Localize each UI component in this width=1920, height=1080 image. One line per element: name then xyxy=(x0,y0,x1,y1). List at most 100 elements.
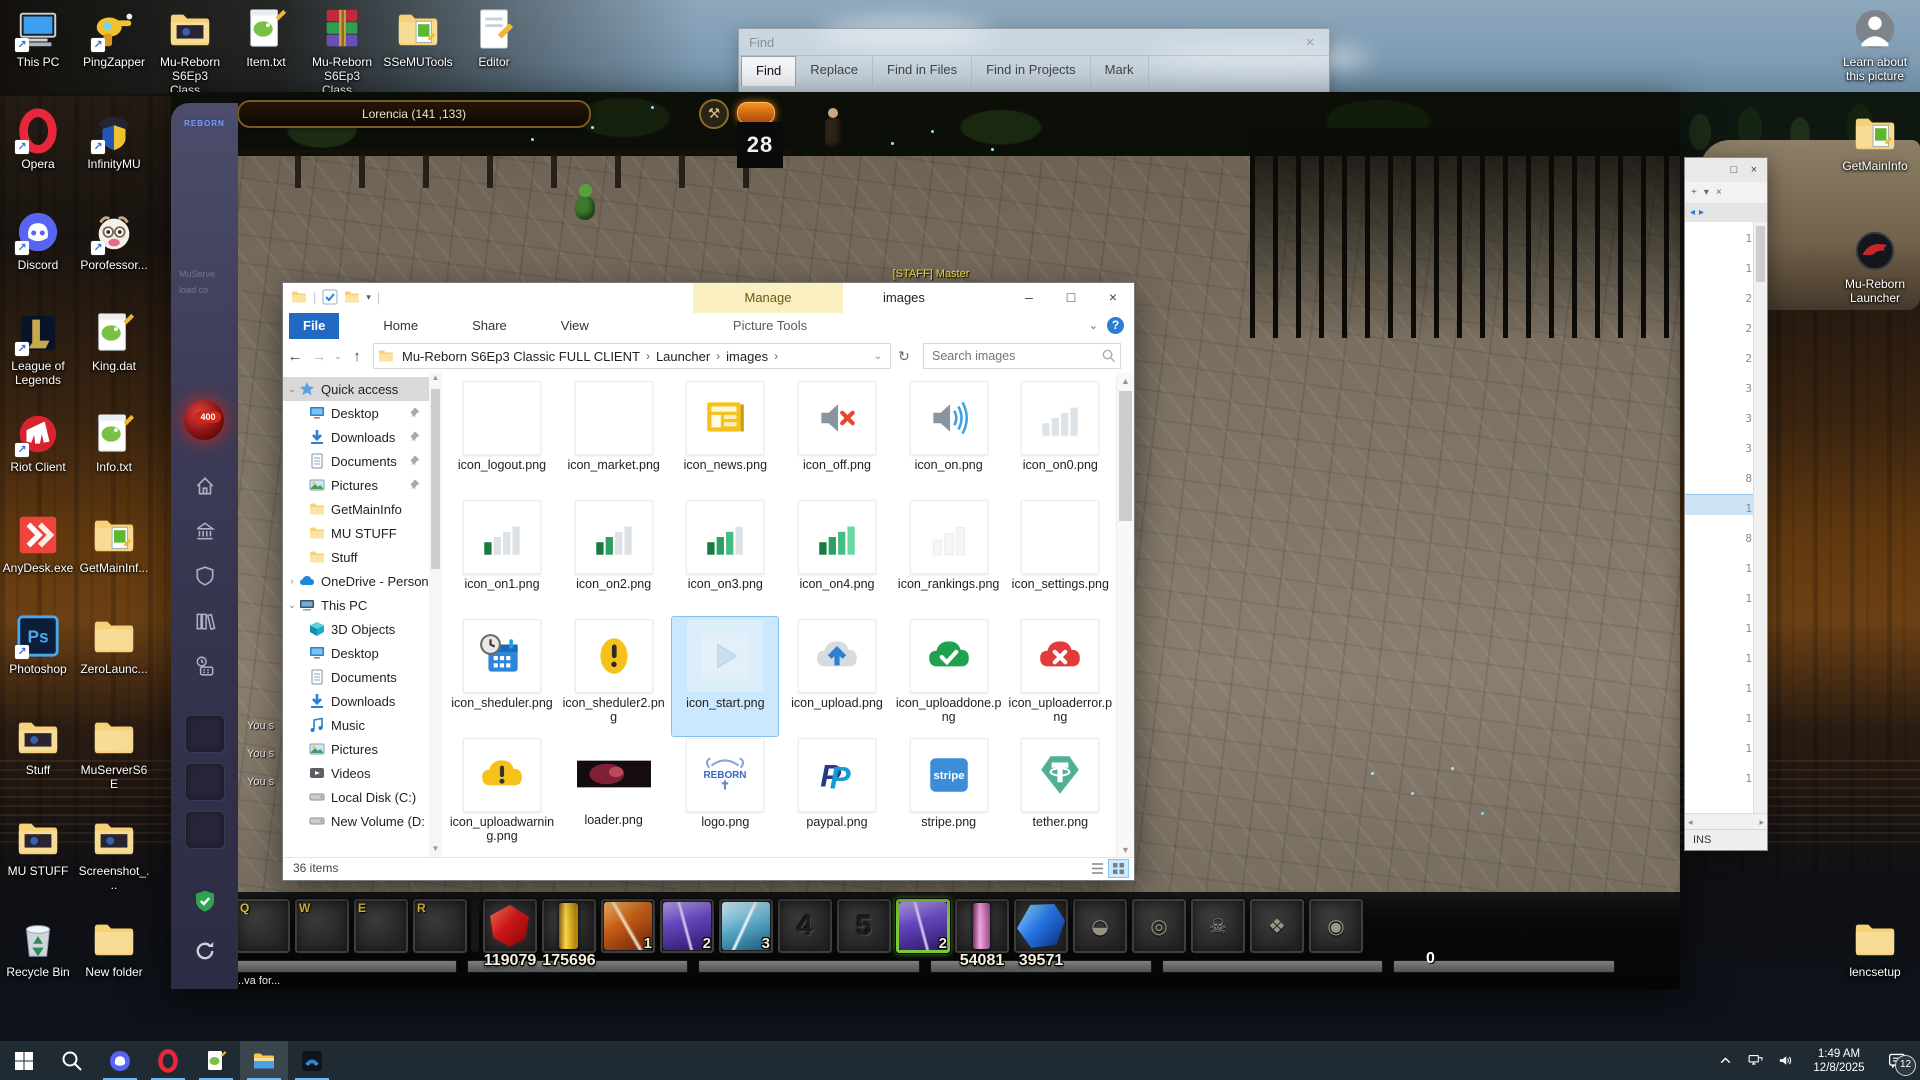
breadcrumb-segment[interactable]: images xyxy=(722,349,772,364)
tray-clock[interactable]: 1:49 AM 12/8/2025 xyxy=(1802,1047,1876,1075)
desktop-icon-item-txt[interactable]: Item.txt xyxy=(229,6,303,69)
search-box[interactable] xyxy=(923,343,1121,369)
sidebar-item-pictures[interactable]: Pictures xyxy=(283,737,429,761)
desktop-icon-king-dat[interactable]: King.dat xyxy=(77,310,151,373)
file-item-icon-on3-png[interactable]: icon_on3.png xyxy=(672,498,778,617)
desktop-icon-getmaininfo[interactable]: GetMainInfo xyxy=(1838,110,1912,173)
sidebar-item-videos[interactable]: Videos xyxy=(283,761,429,785)
file-item-icon-on4-png[interactable]: icon_on4.png xyxy=(784,498,890,617)
editor-titlebar[interactable]: □ × xyxy=(1685,158,1767,182)
editor-toolbar-button[interactable]: ▾ xyxy=(1704,187,1709,198)
files-scrollbar[interactable]: ▲▼ xyxy=(1116,373,1134,858)
folder-icon[interactable] xyxy=(344,289,360,305)
desktop-icon-this-pc[interactable]: ↗This PC xyxy=(1,6,75,69)
sidebar-item-mu-stuff[interactable]: MU STUFF xyxy=(283,521,429,545)
jewel-slot[interactable]: 119079 xyxy=(482,898,538,954)
hotbar-slot-w[interactable]: W xyxy=(294,898,350,954)
sidebar-item-downloads[interactable]: Downloads xyxy=(283,689,429,713)
taskbar-explorer-button[interactable] xyxy=(240,1041,288,1080)
file-item-icon-on-png[interactable]: icon_on.png xyxy=(896,379,1002,498)
editor-toolbar-button[interactable]: × xyxy=(1716,187,1722,198)
desktop-icon-discord[interactable]: ↗Discord xyxy=(1,209,75,272)
taskbar-search-button[interactable] xyxy=(48,1041,96,1080)
desktop-icon-recycle-bin[interactable]: Recycle Bin xyxy=(1,916,75,979)
back-button[interactable]: ← xyxy=(283,348,307,365)
notification-center-icon[interactable]: 12 xyxy=(1880,1046,1914,1076)
close-icon[interactable]: × xyxy=(1301,34,1319,51)
library-icon[interactable] xyxy=(194,610,216,632)
file-item-icon-on0-png[interactable]: icon_on0.png xyxy=(1007,379,1113,498)
shield-icon[interactable] xyxy=(194,565,216,587)
expander-icon[interactable]: ⌄ xyxy=(285,600,299,611)
desktop-icon-opera[interactable]: ↗Opera xyxy=(1,108,75,171)
sidebar-item-onedrive-person[interactable]: ›OneDrive - Person xyxy=(283,569,429,593)
launcher-panel-button[interactable] xyxy=(185,715,225,753)
editor-hscrollbar[interactable]: ◂ ▸ xyxy=(1685,813,1767,830)
gold-slot[interactable]: 175696 xyxy=(541,898,597,954)
tab-share[interactable]: Share xyxy=(458,313,521,339)
desktop-icon-editor[interactable]: Editor xyxy=(457,6,531,69)
maximize-button[interactable]: □ xyxy=(1725,164,1743,176)
sidebar-item-3d-objects[interactable]: 3D Objects xyxy=(283,617,429,641)
file-item-icon-off-png[interactable]: icon_off.png xyxy=(784,379,890,498)
file-item-icon-news-png[interactable]: icon_news.png xyxy=(672,379,778,498)
file-item-icon-start-png[interactable]: icon_start.png xyxy=(672,617,778,736)
menu-button-power[interactable]: ◉ xyxy=(1308,898,1364,954)
mu-launcher-sidebar[interactable]: REBORN MuServe load co 400 xyxy=(171,103,238,989)
sidebar-item-documents[interactable]: Documents xyxy=(283,449,429,473)
game-orange-button[interactable] xyxy=(737,102,775,124)
close-button[interactable]: × xyxy=(1745,164,1763,176)
refresh-icon[interactable] xyxy=(193,939,217,963)
scroll-right-icon[interactable]: ▸ xyxy=(1759,817,1764,828)
taskbar-start-button[interactable] xyxy=(0,1041,48,1080)
empty-slot-4[interactable]: 4 xyxy=(777,898,833,954)
sidebar-item-desktop[interactable]: Desktop xyxy=(283,641,429,665)
file-item-icon-logout-png[interactable]: icon_logout.png xyxy=(449,379,555,498)
minimize-button[interactable]: – xyxy=(1008,283,1050,313)
breadcrumb-segment[interactable]: Launcher xyxy=(652,349,714,364)
chevron-down-icon[interactable]: ▾ xyxy=(366,292,371,303)
editor-body[interactable]: 1122233381811111111 xyxy=(1685,222,1754,814)
file-item-icon-market-png[interactable]: icon_market.png xyxy=(561,379,667,498)
help-icon[interactable]: ? xyxy=(1107,317,1124,334)
file-item-paypal-png[interactable]: PPpaypal.png xyxy=(784,736,890,855)
maximize-button[interactable]: □ xyxy=(1050,283,1092,313)
sidebar-scrollbar[interactable]: ▲▼ xyxy=(429,373,442,858)
sidebar-item-stuff[interactable]: Stuff xyxy=(283,545,429,569)
hotbar-slot-r[interactable]: R xyxy=(412,898,468,954)
desktop-icon-ssemutools[interactable]: SSeMUTools xyxy=(381,6,455,69)
file-item-icon-uploadwarning-png[interactable]: icon_uploadwarning.png xyxy=(449,736,555,855)
desktop-icon-zerolaunc[interactable]: ZeroLaunc... xyxy=(77,613,151,676)
scheduler-icon[interactable] xyxy=(194,655,216,677)
expander-icon[interactable]: ⌄ xyxy=(285,384,299,395)
desktop-icon-anydesk-exe[interactable]: AnyDesk.exe xyxy=(1,512,75,575)
sidebar-item-new-volume-d[interactable]: New Volume (D: xyxy=(283,809,429,833)
thumbnails-view-button[interactable] xyxy=(1109,860,1128,877)
desktop-icon-getmaininf[interactable]: GetMainInf... xyxy=(77,512,151,575)
expander-icon[interactable]: › xyxy=(285,576,299,586)
editor-arrow-button[interactable]: ◂ xyxy=(1690,207,1695,218)
potion-slot[interactable]: 54081 xyxy=(954,898,1010,954)
desktop-icon-league-of-legends[interactable]: ↗League of Legends xyxy=(1,310,75,387)
desktop-icon-learn-about-this-picture[interactable]: Learn about this picture xyxy=(1838,6,1912,83)
bank-icon[interactable] xyxy=(194,520,216,542)
file-item-icon-upload-png[interactable]: icon_upload.png xyxy=(784,617,890,736)
scroll-left-icon[interactable]: ◂ xyxy=(1688,817,1693,828)
home-icon[interactable] xyxy=(194,475,216,497)
recent-locations-caret[interactable]: ⌄ xyxy=(331,351,345,362)
breadcrumb[interactable]: Mu-Reborn S6Ep3 Classic FULL CLIENT›Laun… xyxy=(373,343,891,369)
desktop-icon-mu-reborn-s6ep3-class[interactable]: Mu-Reborn S6Ep3 Class... xyxy=(153,6,227,97)
skill-slot-2[interactable]: 2 xyxy=(659,898,715,954)
empty-slot-5[interactable]: 5 xyxy=(836,898,892,954)
skill-slot-3[interactable]: 3 xyxy=(718,898,774,954)
file-item-icon-on2-png[interactable]: icon_on2.png xyxy=(561,498,667,617)
file-item-icon-settings-png[interactable]: icon_settings.png xyxy=(1007,498,1113,617)
up-button[interactable]: ↑ xyxy=(345,348,369,365)
file-item-icon-rankings-png[interactable]: icon_rankings.png xyxy=(896,498,1002,617)
find-tab-find-in-files[interactable]: Find in Files xyxy=(873,56,972,86)
file-item-icon-on1-png[interactable]: icon_on1.png xyxy=(449,498,555,617)
details-view-button[interactable] xyxy=(1088,860,1107,877)
shield-green-icon[interactable] xyxy=(193,889,217,913)
editor-toolbar-button[interactable]: + xyxy=(1691,187,1697,198)
volume-icon[interactable] xyxy=(1772,1048,1798,1074)
